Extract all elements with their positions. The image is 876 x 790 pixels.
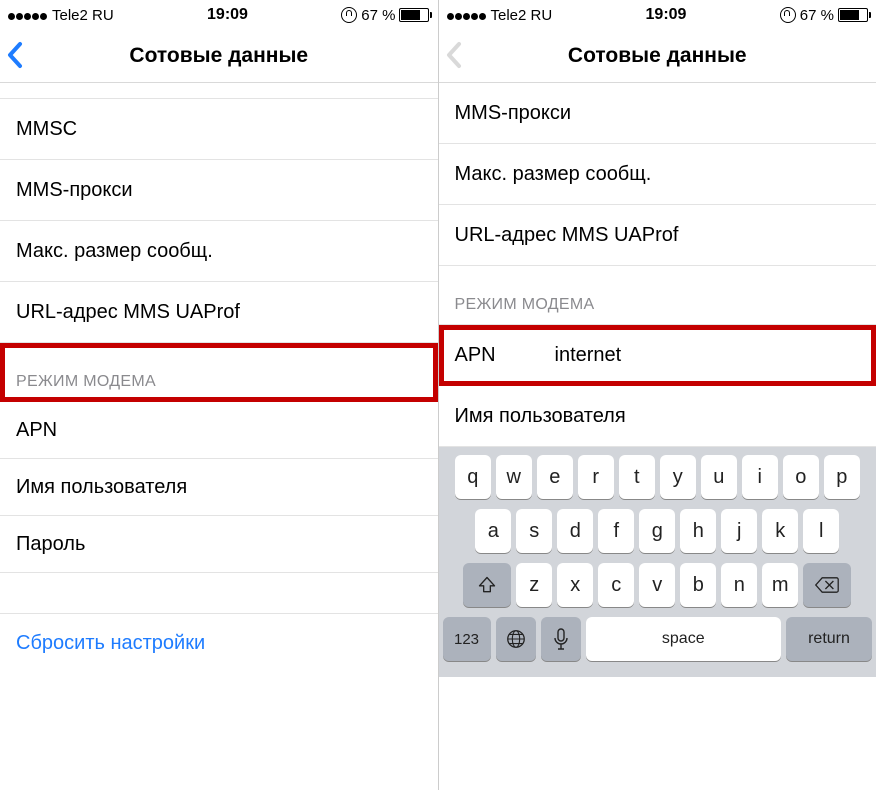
row-password[interactable]: Пароль xyxy=(0,516,438,573)
key-q[interactable]: q xyxy=(455,455,491,499)
key-p[interactable]: p xyxy=(824,455,860,499)
row-mms-proxy[interactable]: MMS-прокси xyxy=(0,160,438,221)
back-button[interactable] xyxy=(6,40,36,70)
key-d[interactable]: d xyxy=(557,509,593,553)
back-button[interactable] xyxy=(445,40,475,70)
phone-left: Tele2 RU 19:09 67 % Сотовые данные MMSC … xyxy=(0,0,439,790)
row-mms-proxy[interactable]: MMS-прокси xyxy=(439,83,876,144)
label-max-size: Макс. размер сообщ. xyxy=(16,240,213,263)
nav-bar: Сотовые данные xyxy=(0,30,438,83)
key-z[interactable]: z xyxy=(516,563,552,607)
battery-icon xyxy=(399,8,429,22)
label-apn: APN xyxy=(455,344,525,367)
key-x[interactable]: x xyxy=(557,563,593,607)
reset-settings-button[interactable]: Сбросить настройки xyxy=(0,614,438,673)
label-max-size: Макс. размер сообщ. xyxy=(455,163,652,186)
key-j[interactable]: j xyxy=(721,509,757,553)
label-username: Имя пользователя xyxy=(455,405,626,428)
rotation-lock-icon xyxy=(780,7,796,23)
row-uaprof[interactable]: URL-адрес MMS UAProf xyxy=(0,282,438,343)
kb-row-4: 123 space return xyxy=(443,617,873,661)
battery-icon xyxy=(838,8,868,22)
row-username[interactable]: Имя пользователя xyxy=(0,459,438,516)
key-t[interactable]: t xyxy=(619,455,655,499)
row-username[interactable]: Имя пользователя xyxy=(439,386,876,447)
globe-icon xyxy=(505,628,527,650)
key-o[interactable]: o xyxy=(783,455,819,499)
section-modem-mode: РЕЖИМ МОДЕМА xyxy=(0,343,438,402)
key-e[interactable]: e xyxy=(537,455,573,499)
shift-icon xyxy=(480,578,495,592)
row-mmsc[interactable]: MMSC xyxy=(0,99,438,160)
battery-pct: 67 % xyxy=(361,7,395,24)
numbers-key[interactable]: 123 xyxy=(443,617,491,661)
label-uaprof: URL-адрес MMS UAProf xyxy=(455,224,679,247)
carrier-label: Tele2 RU xyxy=(491,7,553,24)
clock-label: 19:09 xyxy=(207,6,248,24)
mic-key[interactable] xyxy=(541,617,581,661)
return-key[interactable]: return xyxy=(786,617,872,661)
key-k[interactable]: k xyxy=(762,509,798,553)
signal-dots-icon xyxy=(8,7,48,24)
key-b[interactable]: b xyxy=(680,563,716,607)
keyboard: qwertyuiop asdfghjkl zxcvbnm 123 xyxy=(439,447,876,677)
row-apn[interactable]: APN internet xyxy=(439,325,876,386)
backspace-key[interactable] xyxy=(803,563,851,607)
page-title: Сотовые данные xyxy=(568,44,747,68)
kb-row-1: qwertyuiop xyxy=(443,455,873,499)
label-apn: APN xyxy=(16,419,86,442)
label-password: Пароль xyxy=(16,533,86,556)
space-key[interactable]: space xyxy=(586,617,782,661)
label-mms-proxy: MMS-прокси xyxy=(16,179,133,202)
key-n[interactable]: n xyxy=(721,563,757,607)
row-apn[interactable]: APN xyxy=(0,402,438,459)
phone-right: Tele2 RU 19:09 67 % Сотовые данные MMS-п… xyxy=(439,0,876,790)
status-bar: Tele2 RU 19:09 67 % xyxy=(439,0,876,30)
clock-label: 19:09 xyxy=(646,6,687,24)
carrier-label: Tele2 RU xyxy=(52,7,114,24)
battery-pct: 67 % xyxy=(800,7,834,24)
kb-row-2: asdfghjkl xyxy=(443,509,873,553)
status-bar: Tele2 RU 19:09 67 % xyxy=(0,0,438,30)
key-f[interactable]: f xyxy=(598,509,634,553)
key-v[interactable]: v xyxy=(639,563,675,607)
nav-bar: Сотовые данные xyxy=(439,30,876,83)
key-g[interactable]: g xyxy=(639,509,675,553)
key-r[interactable]: r xyxy=(578,455,614,499)
rotation-lock-icon xyxy=(341,7,357,23)
spacer xyxy=(0,573,438,614)
key-u[interactable]: u xyxy=(701,455,737,499)
key-a[interactable]: a xyxy=(475,509,511,553)
key-s[interactable]: s xyxy=(516,509,552,553)
label-uaprof: URL-адрес MMS UAProf xyxy=(16,301,240,324)
section-modem-mode: РЕЖИМ МОДЕМА xyxy=(439,266,876,325)
page-title: Сотовые данные xyxy=(129,44,308,68)
apn-value[interactable]: internet xyxy=(525,344,622,367)
mic-icon xyxy=(553,628,569,650)
key-y[interactable]: y xyxy=(660,455,696,499)
key-h[interactable]: h xyxy=(680,509,716,553)
key-i[interactable]: i xyxy=(742,455,778,499)
row-uaprof[interactable]: URL-адрес MMS UAProf xyxy=(439,205,876,266)
key-c[interactable]: c xyxy=(598,563,634,607)
label-username: Имя пользователя xyxy=(16,476,187,499)
globe-key[interactable] xyxy=(496,617,536,661)
key-w[interactable]: w xyxy=(496,455,532,499)
label-mms-proxy: MMS-прокси xyxy=(455,102,572,125)
label-mmsc: MMSC xyxy=(16,118,86,141)
row-max-size[interactable]: Макс. размер сообщ. xyxy=(0,221,438,282)
kb-row-3: zxcvbnm xyxy=(443,563,873,607)
signal-dots-icon xyxy=(447,7,487,24)
key-m[interactable]: m xyxy=(762,563,798,607)
key-l[interactable]: l xyxy=(803,509,839,553)
shift-key[interactable] xyxy=(463,563,511,607)
row-max-size[interactable]: Макс. размер сообщ. xyxy=(439,144,876,205)
